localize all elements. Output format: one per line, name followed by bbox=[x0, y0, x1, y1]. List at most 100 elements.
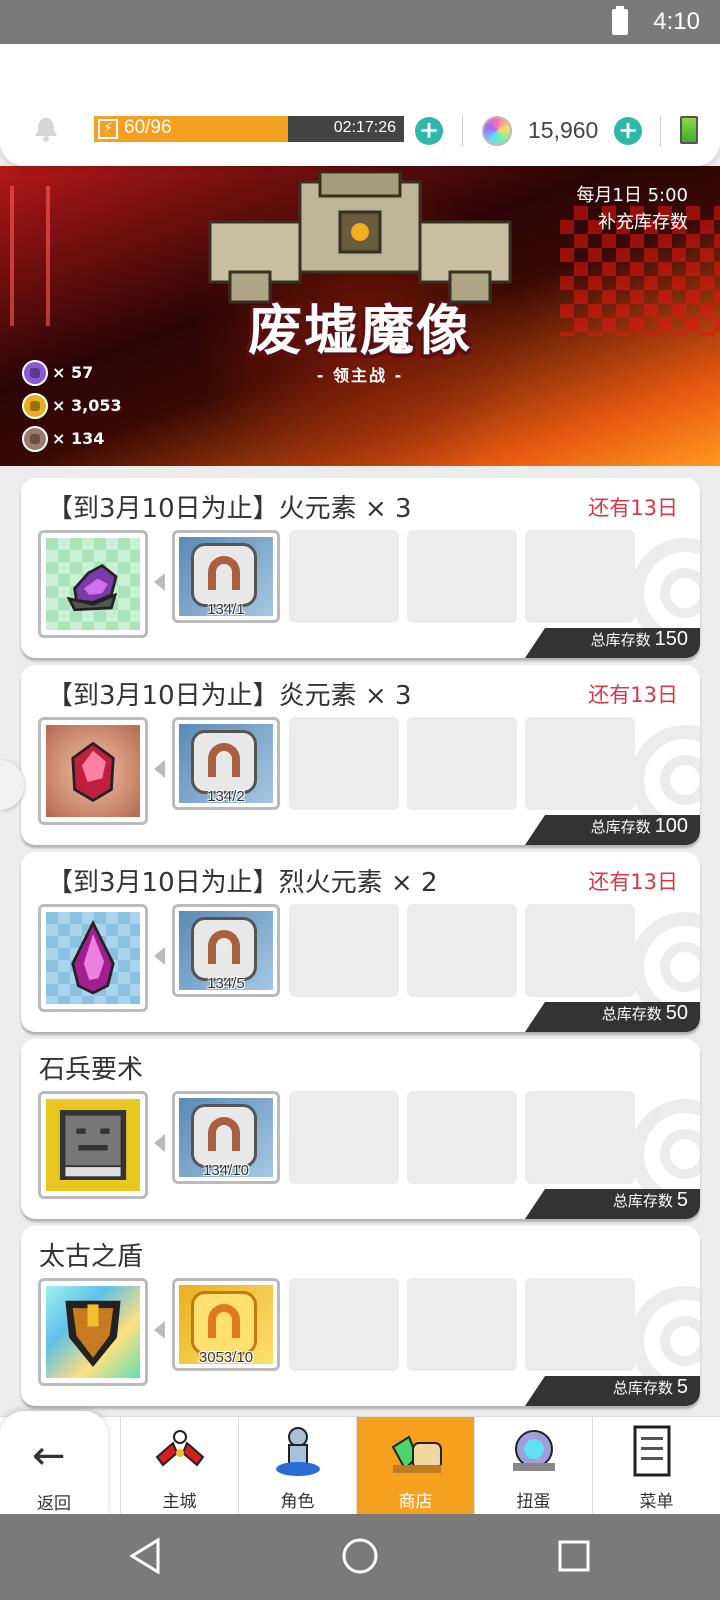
cost-slot: 134/2 bbox=[172, 717, 280, 810]
town-icon bbox=[155, 1430, 205, 1467]
cost-image: 134/2 bbox=[179, 724, 273, 805]
recents-square-icon[interactable] bbox=[554, 1536, 594, 1576]
back-button[interactable]: ← 返回 bbox=[0, 1411, 108, 1515]
exchange-item[interactable]: 【到3月10日为止】炎元素 × 3 还有13日 134/2 总库存数 100 bbox=[21, 665, 700, 845]
empty-slot bbox=[407, 904, 517, 997]
stock-value: 150 bbox=[654, 628, 688, 650]
reward-image bbox=[46, 725, 140, 817]
stock-label: 总库存数 bbox=[612, 1192, 673, 1210]
exchange-item[interactable]: 【到3月10日为止】烈火元素 × 2 还有13日 134/5 总库存数 50 bbox=[21, 852, 700, 1032]
tab-label: 扭蛋 bbox=[516, 1492, 551, 1512]
silver-coin-icon bbox=[191, 730, 257, 794]
home-circle-icon[interactable] bbox=[340, 1536, 380, 1576]
coin-face bbox=[208, 743, 240, 777]
restock-label: 补充库存数 bbox=[598, 212, 688, 233]
stone-tome-icon bbox=[59, 1110, 127, 1180]
reward-slot[interactable] bbox=[38, 530, 148, 638]
shop-icon bbox=[391, 1435, 442, 1473]
gold-coin-count: × 3,053 bbox=[52, 396, 122, 415]
system-nav-bar bbox=[0, 1514, 720, 1600]
exchange-item[interactable]: 太古之盾 3053/10 总库存数 5 bbox=[21, 1226, 700, 1406]
tab-character[interactable]: 角色 bbox=[238, 1417, 356, 1515]
back-label: 返回 bbox=[37, 1494, 71, 1514]
add-stamina-button[interactable]: + bbox=[415, 117, 443, 145]
reward-image bbox=[46, 538, 140, 630]
gold-coin-icon bbox=[191, 1291, 257, 1355]
tab-gacha[interactable]: 扭蛋 bbox=[474, 1417, 592, 1515]
gem-icon bbox=[482, 116, 512, 146]
exchange-arrow-icon bbox=[154, 1321, 165, 1339]
time-remaining: 还有13日 bbox=[588, 496, 678, 520]
reward-image bbox=[46, 912, 140, 1004]
empty-slot bbox=[289, 1278, 399, 1371]
empty-slot bbox=[525, 1091, 635, 1184]
stamina-max: /96 bbox=[145, 117, 172, 138]
stock-badge: 总库存数 5 bbox=[525, 1189, 700, 1219]
cost-slot: 134/10 bbox=[172, 1091, 280, 1184]
reward-image bbox=[46, 1286, 140, 1378]
cost-count: 134/5 bbox=[207, 975, 245, 992]
stamina-value: 60/96 bbox=[124, 117, 172, 139]
reward-slot[interactable] bbox=[38, 1091, 148, 1199]
empty-slot bbox=[407, 530, 517, 623]
empty-slot bbox=[407, 1278, 517, 1371]
cost-count: 3053/10 bbox=[198, 1349, 254, 1366]
tab-label: 主城 bbox=[162, 1492, 197, 1512]
exchange-arrow-icon bbox=[154, 573, 165, 591]
coin-face bbox=[208, 1304, 240, 1338]
exchange-arrow-icon bbox=[154, 1134, 165, 1152]
purple-coin-icon bbox=[22, 359, 48, 386]
shield-icon bbox=[65, 1300, 121, 1367]
exchange-item[interactable]: 石兵要术 134/10 总库存数 5 bbox=[21, 1039, 700, 1219]
currency-list: × 57 × 3,053 × 134 bbox=[22, 356, 122, 455]
fire-element-icon bbox=[66, 563, 118, 612]
back-triangle-icon[interactable] bbox=[126, 1536, 166, 1576]
empty-slot bbox=[525, 717, 635, 810]
reward-slot[interactable] bbox=[38, 1278, 148, 1386]
tab-town[interactable]: 主城 bbox=[120, 1417, 238, 1515]
silver-coin-icon bbox=[191, 917, 257, 981]
item-title: 太古之盾 bbox=[39, 1242, 144, 1272]
stock-badge: 总库存数 150 bbox=[525, 628, 700, 658]
cost-slot: 134/5 bbox=[172, 904, 280, 997]
currency-row: × 57 bbox=[22, 356, 122, 389]
gacha-icon bbox=[513, 1430, 555, 1471]
exchange-arrow-icon bbox=[154, 947, 165, 965]
cost-slot: 134/1 bbox=[172, 530, 280, 623]
cost-count: 134/10 bbox=[203, 1162, 249, 1179]
empty-slot bbox=[289, 717, 399, 810]
stock-value: 5 bbox=[676, 1376, 688, 1398]
item-title: 【到3月10日为止】火元素 × 3 bbox=[47, 494, 412, 524]
cost-count: 134/1 bbox=[207, 601, 245, 618]
cost-image: 134/1 bbox=[179, 537, 273, 618]
silver-coin-icon bbox=[191, 543, 257, 607]
coin-face bbox=[208, 556, 240, 590]
blaze-element-icon bbox=[71, 919, 115, 995]
stock-value: 5 bbox=[676, 1189, 688, 1211]
tab-label: 商店 bbox=[398, 1492, 433, 1512]
stock-value: 50 bbox=[665, 1002, 688, 1024]
cost-image: 134/5 bbox=[179, 911, 273, 992]
time-remaining: 还有13日 bbox=[588, 683, 678, 707]
tab-shop[interactable]: 商店 bbox=[356, 1417, 474, 1515]
divider bbox=[462, 116, 463, 146]
bronze-coin-count: × 134 bbox=[52, 429, 105, 448]
bell-icon[interactable] bbox=[32, 116, 60, 142]
flame-element-icon bbox=[71, 741, 115, 803]
exchange-item[interactable]: 【到3月10日为止】火元素 × 3 还有13日 134/1 总库存数 150 bbox=[21, 478, 700, 658]
reward-slot[interactable] bbox=[38, 904, 148, 1012]
tab-menu[interactable]: 菜单 bbox=[592, 1417, 720, 1515]
reward-slot[interactable] bbox=[38, 717, 148, 825]
exchange-list[interactable]: 【到3月10日为止】火元素 × 3 还有13日 134/1 总库存数 150 【… bbox=[0, 466, 720, 1426]
item-title: 【到3月10日为止】炎元素 × 3 bbox=[47, 681, 412, 711]
tab-label: 菜单 bbox=[639, 1492, 674, 1512]
stock-badge: 总库存数 5 bbox=[525, 1376, 700, 1406]
add-gems-button[interactable]: + bbox=[614, 117, 642, 145]
arrow-left-icon: ← bbox=[32, 1433, 66, 1479]
bronze-coin-icon bbox=[22, 425, 48, 452]
coin-face bbox=[208, 1117, 240, 1151]
stock-label: 总库存数 bbox=[612, 1379, 673, 1397]
silver-coin-icon bbox=[191, 1104, 257, 1168]
stamina-current: 60 bbox=[124, 117, 146, 138]
empty-slot bbox=[289, 904, 399, 997]
